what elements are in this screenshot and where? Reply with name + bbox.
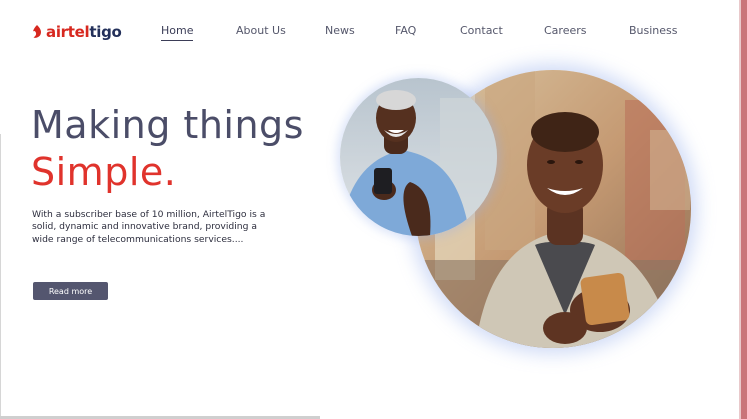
hero-title-line1: Making things — [31, 103, 304, 147]
flame-icon — [33, 25, 42, 38]
nav-item-contact[interactable]: Contact — [460, 24, 503, 37]
nav-item-news[interactable]: News — [325, 24, 355, 37]
hero-title-line2: Simple. — [31, 150, 177, 194]
nav-item-business[interactable]: Business — [629, 24, 678, 37]
window-edge-shadow — [739, 0, 741, 419]
read-more-button[interactable]: Read more — [33, 282, 108, 300]
nav-item-home[interactable]: Home — [161, 24, 194, 41]
logo-text-airtel: airtel — [46, 23, 90, 41]
nav-item-careers[interactable]: Careers — [544, 24, 587, 37]
window-edge-right — [741, 0, 747, 419]
nav-item-about-us[interactable]: About Us — [236, 24, 286, 37]
hero-photo-older-man — [340, 78, 497, 236]
airteltigo-logo[interactable]: airtel tigo — [31, 19, 122, 45]
window-edge-left — [0, 134, 1, 419]
logo-text-tigo: tigo — [89, 23, 122, 41]
hero-description: With a subscriber base of 10 million, Ai… — [32, 209, 266, 245]
nav-item-faq[interactable]: FAQ — [395, 24, 416, 37]
